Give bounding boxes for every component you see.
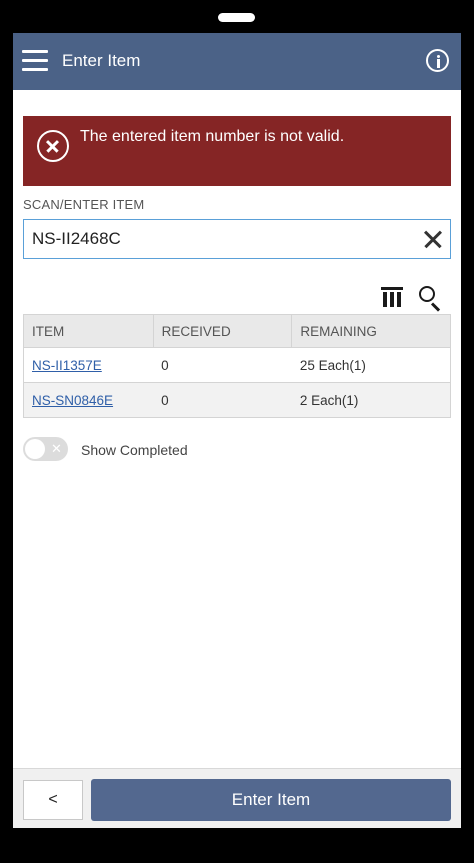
show-completed-toggle[interactable]: ✕ xyxy=(23,437,68,461)
error-banner: The entered item number is not valid. xyxy=(23,116,451,186)
error-message: The entered item number is not valid. xyxy=(80,128,345,145)
item-number-input[interactable] xyxy=(24,220,404,258)
item-link[interactable]: NS-II1357E xyxy=(32,358,102,373)
remaining-cell: 2 Each(1) xyxy=(291,382,451,418)
item-link[interactable]: NS-SN0846E xyxy=(32,393,113,408)
remaining-cell: 25 Each(1) xyxy=(291,347,451,383)
search-icon[interactable] xyxy=(419,286,443,312)
table-row[interactable]: NS-II1357E 0 25 Each(1) xyxy=(23,347,451,383)
info-icon[interactable] xyxy=(426,49,449,72)
show-completed-label: Show Completed xyxy=(81,442,188,458)
received-cell: 0 xyxy=(153,347,292,383)
table-header-row: ITEM RECEIVED REMAINING xyxy=(23,314,451,348)
scan-field-label: SCAN/ENTER ITEM xyxy=(23,197,145,212)
columns-icon[interactable] xyxy=(381,287,403,307)
item-cell: NS-SN0846E xyxy=(23,382,154,418)
page-title: Enter Item xyxy=(62,51,141,70)
error-circle-x-icon xyxy=(37,130,69,162)
table-row[interactable]: NS-SN0846E 0 2 Each(1) xyxy=(23,382,451,418)
footer-bar: < Enter Item xyxy=(13,768,461,828)
received-cell: 0 xyxy=(153,382,292,418)
column-header-received[interactable]: RECEIVED xyxy=(152,314,293,348)
scan-input-container xyxy=(23,219,451,259)
column-header-item[interactable]: ITEM xyxy=(23,314,154,348)
column-header-remaining[interactable]: REMAINING xyxy=(291,314,451,348)
app-header: Enter Item xyxy=(13,33,461,90)
item-cell: NS-II1357E xyxy=(23,347,154,383)
enter-item-button[interactable]: Enter Item xyxy=(91,779,451,821)
toggle-knob xyxy=(25,439,45,459)
back-button[interactable]: < xyxy=(23,780,83,820)
items-table: ITEM RECEIVED REMAINING NS-II1357E 0 25 … xyxy=(23,314,451,418)
phone-frame: Enter Item The entered item number is no… xyxy=(0,0,474,863)
hamburger-menu-icon[interactable] xyxy=(22,50,48,72)
phone-speaker xyxy=(218,13,255,22)
app-screen: Enter Item The entered item number is no… xyxy=(13,33,461,828)
clear-x-icon[interactable] xyxy=(422,228,444,250)
toggle-off-icon: ✕ xyxy=(51,441,62,456)
